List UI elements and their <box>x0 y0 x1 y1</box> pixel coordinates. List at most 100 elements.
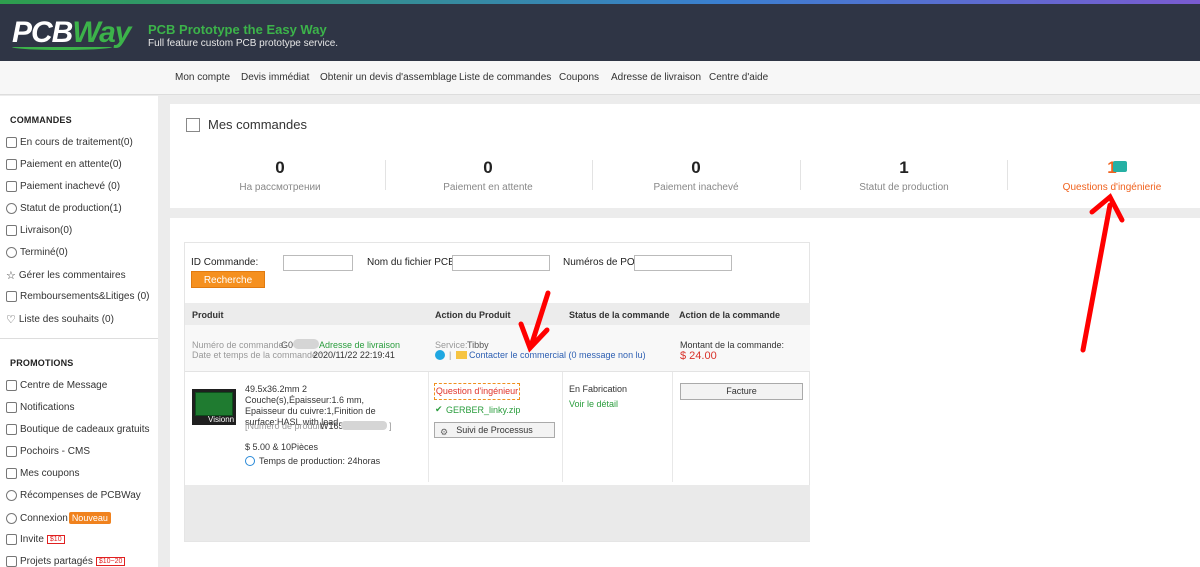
redaction-blur <box>341 421 387 430</box>
sidebar-item-projets[interactable]: Projets partagés $10~20 <box>6 556 126 567</box>
tagline: PCB Prototype the Easy Way <box>148 22 327 37</box>
service-label: Service: <box>435 340 468 350</box>
image-caption: Visionn <box>208 415 235 424</box>
sidebar: COMMANDES En cours de traitement(0) Paie… <box>0 96 158 567</box>
doc-icon <box>6 181 17 192</box>
po-input[interactable] <box>634 255 732 271</box>
sidebar-item-invite[interactable]: Invite $10 <box>6 534 65 545</box>
po-label: Numéros de PO: <box>563 257 638 268</box>
stat-review[interactable]: 0 На рассмотрении <box>180 158 380 193</box>
amount-value: $ 24.00 <box>680 350 717 362</box>
nav-devis-assemblage[interactable]: Obtenir un devis d'assemblage <box>320 72 457 83</box>
product-number: W165 <box>320 421 344 431</box>
view-detail-link[interactable]: Voir le détail <box>569 399 618 409</box>
promotions-heading: PROMOTIONS <box>10 358 74 368</box>
signin-icon <box>6 512 17 524</box>
check-circle-icon <box>6 247 17 258</box>
star-icon: ☆ <box>6 270 16 282</box>
gerber-file-link[interactable]: GERBER_linky.zip <box>446 405 520 415</box>
coupon-icon <box>6 468 17 479</box>
orders-summary-panel: Mes commandes 0 На рассмотрении 0 Paiement… <box>170 104 1200 208</box>
service-name: Tibby <box>467 340 489 350</box>
engineering-question-tag[interactable]: Question d'ingénieur <box>434 383 520 400</box>
column-divider <box>428 372 429 482</box>
skype-icon[interactable] <box>435 350 445 360</box>
order-date: 2020/11/22 22:19:41 <box>313 350 395 360</box>
chat-icon <box>1113 161 1127 172</box>
sidebar-item-coupons[interactable]: Mes coupons <box>6 468 79 479</box>
order-number-label: Numéro de commande: <box>192 340 287 350</box>
file-label: Nom du fichier PCB: <box>367 257 458 268</box>
sidebar-item-notifications[interactable]: Notifications <box>6 402 74 413</box>
nav-mon-compte[interactable]: Mon compte <box>175 72 230 83</box>
production-time: Temps de production: 24horas <box>259 456 381 466</box>
col-action-commande: Action de la commande <box>679 310 781 320</box>
nav-centre-aide[interactable]: Centre d'aide <box>709 72 768 83</box>
sidebar-item-termine[interactable]: Terminé(0) <box>6 247 68 258</box>
redaction-blur <box>293 339 319 349</box>
amount-label: Montant de la commande: <box>680 340 785 350</box>
gift-icon <box>6 424 17 435</box>
table-header: Produit Action du Produit Status de la c… <box>185 303 810 325</box>
commandes-heading: COMMANDES <box>10 115 72 125</box>
sidebar-item-souhaits[interactable]: ♡ Liste des souhaits (0) <box>6 313 114 326</box>
sidebar-divider <box>0 338 158 339</box>
page-title: Mes commandes <box>208 117 307 132</box>
sidebar-item-pochoirs[interactable]: Pochoirs - CMS <box>6 446 90 457</box>
edit-icon <box>186 118 200 132</box>
shared-icon <box>6 556 17 567</box>
sidebar-item-paiement-attente[interactable]: Paiement en attente(0) <box>6 159 122 170</box>
card-icon <box>6 159 17 170</box>
stat-payment-pending[interactable]: 0 Paiement en attente <box>388 158 588 193</box>
sidebar-item-statut-production[interactable]: Statut de production(1) <box>6 203 122 214</box>
column-divider <box>562 372 563 482</box>
stat-divider <box>1007 160 1008 190</box>
col-produit: Produit <box>192 310 224 320</box>
process-tracking-button[interactable]: ⚙ Suivi de Processus <box>434 422 555 438</box>
heart-icon: ♡ <box>6 314 16 326</box>
truck-icon <box>6 225 17 236</box>
sidebar-item-livraison[interactable]: Livraison(0) <box>6 225 72 236</box>
id-input[interactable] <box>283 255 353 271</box>
sidebar-item-connexion[interactable]: Connexion Nouveau <box>6 512 111 524</box>
pcb-board-image <box>195 392 233 416</box>
sidebar-item-boutique[interactable]: Boutique de cadeaux gratuits <box>6 424 150 435</box>
stat-engineering-questions[interactable]: 1 Questions d'ingénierie <box>1012 158 1200 193</box>
pcb-thumbnail[interactable]: Visionn <box>192 389 236 425</box>
separator: | <box>449 350 452 360</box>
pagination-area <box>185 485 810 541</box>
mail-icon <box>456 351 467 359</box>
nav-liste-commandes[interactable]: Liste de commandes <box>459 72 551 83</box>
invite-icon <box>6 534 17 545</box>
stat-payment-incomplete[interactable]: 0 Paiement inachevé <box>596 158 796 193</box>
stat-divider <box>800 160 801 190</box>
list-icon <box>6 137 17 148</box>
stat-divider <box>592 160 593 190</box>
id-label: ID Commande: <box>191 257 259 268</box>
logo-swoosh <box>12 44 112 50</box>
invoice-button[interactable]: Facture <box>680 383 803 400</box>
product-number-end: ] <box>389 421 392 431</box>
sidebar-item-centre-message[interactable]: Centre de Message <box>6 380 107 391</box>
clock-icon <box>245 456 255 466</box>
nav-adresse-livraison[interactable]: Adresse de livraison <box>611 72 701 83</box>
address-link[interactable]: Adresse de livraison <box>319 340 400 350</box>
search-button[interactable]: Recherche <box>191 271 265 288</box>
stat-production[interactable]: 1 Statut de production <box>804 158 1004 193</box>
reward-badge: $10 <box>46 535 65 544</box>
sidebar-item-remboursements[interactable]: Remboursements&Litiges (0) <box>6 291 150 302</box>
nav-coupons[interactable]: Coupons <box>559 72 599 83</box>
file-input[interactable] <box>452 255 550 271</box>
sidebar-item-commentaires[interactable]: ☆ Gérer les commentaires <box>6 269 126 282</box>
new-badge: Nouveau <box>68 512 111 524</box>
nav-devis-immediat[interactable]: Devis immédiat <box>241 72 309 83</box>
sidebar-item-en-cours[interactable]: En cours de traitement(0) <box>6 137 133 148</box>
sidebar-item-recompenses[interactable]: Récompenses de PCBWay <box>6 490 141 501</box>
contact-sales-link[interactable]: Contacter le commercial (0 message non l… <box>469 350 646 360</box>
stencil-icon <box>6 446 17 457</box>
refund-icon <box>6 291 17 302</box>
sidebar-item-paiement-inacheve[interactable]: Paiement inachevé (0) <box>6 181 120 192</box>
sub-tagline: Full feature custom PCB prototype servic… <box>148 38 339 49</box>
col-status: Status de la commande <box>569 310 670 320</box>
site-header: PCBWay PCB Prototype the Easy Way Full f… <box>0 4 1200 61</box>
